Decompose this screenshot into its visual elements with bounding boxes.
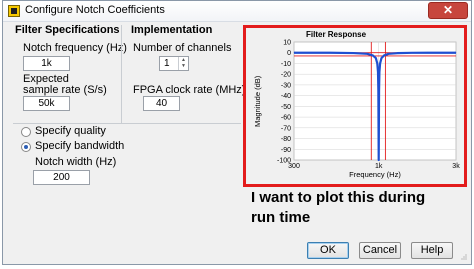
y-tick-label: 0 (287, 50, 291, 57)
filter-specs-heading: Filter Specifications (15, 24, 120, 36)
data-point (353, 52, 354, 54)
data-point (388, 53, 389, 55)
plot-area (293, 41, 457, 161)
channels-value: 1 (164, 58, 170, 69)
specify-bandwidth-label[interactable]: Specify bandwidth (35, 140, 124, 152)
data-point (378, 89, 380, 91)
chart-title: Filter Response (306, 30, 367, 39)
app-icon (8, 5, 20, 17)
data-point (378, 159, 380, 161)
data-point (293, 52, 295, 54)
y-tick-label: -60 (281, 115, 291, 122)
dialog-window: Configure Notch Coefficients ✕ Filter Sp… (2, 0, 472, 265)
specify-quality-label[interactable]: Specify quality (35, 125, 106, 137)
notch-width-label: Notch width (Hz) (35, 156, 117, 168)
title-bar[interactable]: Configure Notch Coefficients ✕ (3, 1, 471, 22)
chart-xlabel: Frequency (Hz) (349, 170, 401, 179)
data-point (329, 52, 331, 54)
filter-response-chart: Filter Response Magnitude (dB) Frequency… (253, 30, 460, 179)
implementation-heading: Implementation (131, 24, 213, 36)
data-point (379, 71, 380, 73)
data-point (379, 63, 381, 64)
notch-frequency-field[interactable]: 1k (23, 56, 70, 71)
y-tick-label: -50 (281, 104, 291, 111)
notch-width-field[interactable]: 200 (33, 170, 90, 185)
specify-quality-radio[interactable] (21, 127, 31, 137)
cancel-button[interactable]: Cancel (359, 242, 401, 259)
sample-rate-field[interactable]: 50k (23, 96, 70, 111)
specify-bandwidth-radio[interactable] (21, 142, 31, 152)
y-tick-label: -10 (281, 61, 291, 68)
chart-ylabel: Magnitude (dB) (253, 75, 262, 127)
x-tick-label: 3k (452, 163, 460, 170)
window-title: Configure Notch Coefficients (25, 4, 165, 16)
y-tick-label: 10 (283, 40, 291, 47)
notch-frequency-label: Notch frequency (Hz) (23, 42, 127, 54)
data-point (427, 52, 428, 54)
y-tick-label: -90 (281, 147, 291, 154)
data-point (377, 71, 379, 73)
sample-rate-label-line2: sample rate (S/s) (23, 84, 107, 96)
filter-response-highlight: Filter Response Magnitude (dB) Frequency… (243, 25, 467, 187)
y-tick-label: -80 (281, 136, 291, 143)
channels-spinner[interactable]: 1 ▲ ▼ (159, 56, 189, 71)
fpga-clock-field[interactable]: 40 (143, 96, 180, 111)
fpga-clock-label: FPGA clock rate (MHz) (133, 84, 246, 96)
data-point (376, 63, 378, 64)
resize-grip-icon[interactable] (461, 254, 467, 260)
data-point (455, 52, 457, 54)
y-tick-label: -70 (281, 125, 291, 132)
data-point (383, 55, 385, 56)
data-point (372, 55, 374, 56)
data-point (366, 53, 368, 55)
close-button[interactable]: ✕ (428, 2, 468, 19)
section-divider-horizontal (13, 123, 241, 124)
help-button[interactable]: Help (411, 242, 453, 259)
annotation-text: I want to plot this during run time (251, 189, 426, 226)
data-point (381, 57, 382, 59)
section-divider-vertical (121, 25, 122, 123)
channels-label: Number of channels (133, 42, 232, 54)
data-point (411, 52, 413, 54)
y-tick-label: -20 (281, 72, 291, 79)
x-tick-label: 1k (375, 163, 383, 170)
data-point (378, 89, 379, 91)
data-point (375, 57, 377, 59)
ok-button[interactable]: OK (307, 242, 349, 259)
x-tick-label: 300 (288, 163, 300, 170)
y-tick-label: -30 (281, 82, 291, 89)
data-point (396, 52, 398, 54)
spinner-arrows-icon[interactable]: ▲ ▼ (178, 57, 188, 70)
y-tick-label: -40 (281, 93, 291, 100)
